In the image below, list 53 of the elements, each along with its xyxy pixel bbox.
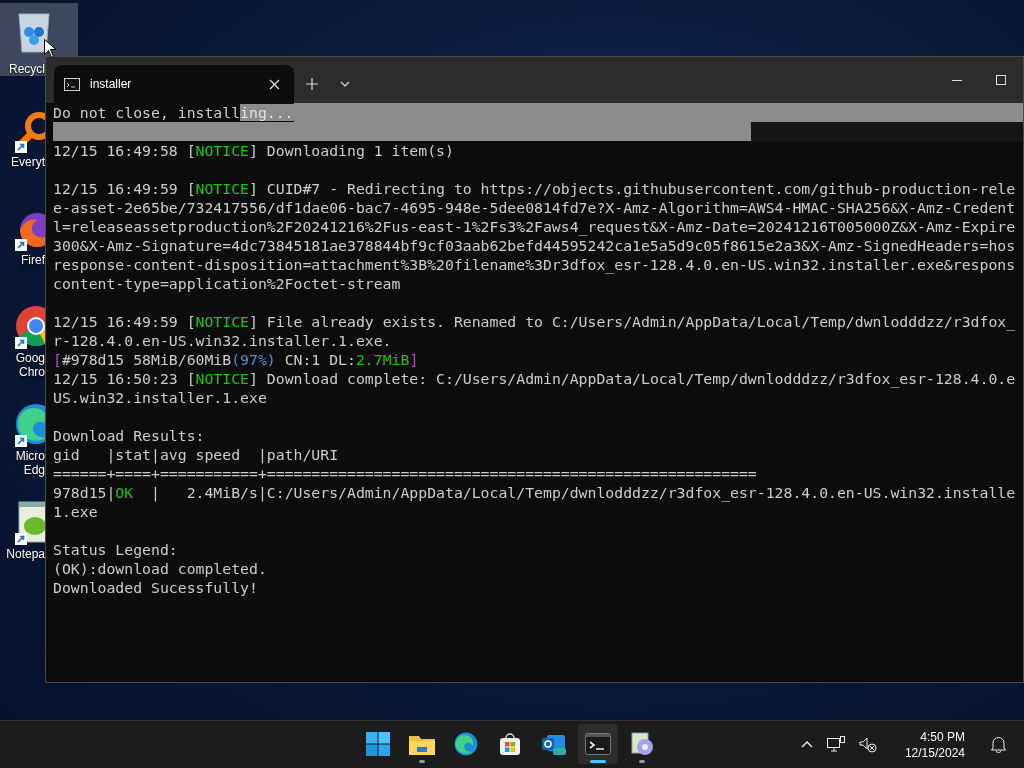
terminal-line: 12/15 16:49:59 [NOTICE] CUID#7 - Redirecting to https://objects.githubusercontent.com/github-production-rele (53, 179, 1016, 198)
terminal-line: Download Results: (53, 426, 205, 445)
desktop-icon-label: Micro (14, 449, 45, 463)
speaker-muted-icon[interactable] (858, 736, 877, 753)
terminal-line: r-128.4.0.en-US.win32.installer.1.exe. (53, 331, 392, 350)
desktop-icon-label: Firef (20, 253, 45, 267)
terminal-line: [#978d15 58MiB/60MiB(97%) CN:1 DL:2.7MiB] (53, 350, 419, 369)
shopping-bag-icon (498, 732, 522, 756)
installer-box-icon (630, 731, 654, 757)
mail-icon (541, 732, 567, 756)
windows-logo-icon (366, 732, 390, 756)
terminal-line: 300&X-Amz-Signature=4dc73845181ae378844bf9cf03aab62befd44595242ca1e5a5d9c05f8615e2a3&X-Amz-SignedHeaders=hos (53, 236, 1016, 255)
terminal-line: 12/15 16:49:58 [NOTICE] Downloading 1 item(s) (53, 141, 454, 160)
desktop-icon-label: Goog (14, 351, 45, 365)
terminal-line: US.win32.installer.1.exe (53, 388, 267, 407)
taskbar-app-button[interactable] (578, 724, 618, 764)
notepad-icon[interactable] (15, 500, 45, 544)
terminal-line: content-type=application%2Foctet-stream (53, 274, 401, 293)
terminal-line: 12/15 16:49:59 [NOTICE] File already exists. Renamed to C:/Users/Admin/AppData/Local/Temp/dwnlodddzz/r3dfox_ (53, 312, 1016, 331)
chevron-down-icon (340, 81, 350, 87)
terminal-icon (585, 733, 611, 755)
terminal-line: ======+====+===========+======================================================= (53, 464, 757, 483)
desktop-icon-label: Everyt (10, 155, 45, 169)
desktop-icon-label: Notepa (5, 547, 45, 561)
terminal-line: 1.exe (53, 502, 98, 521)
clock-button[interactable]: 4:50 PM 12/15/2024 (904, 728, 965, 761)
tab-title: installer (90, 77, 133, 91)
terminal-line: 12/15 16:50:23 [NOTICE] Download complete: C:/Users/Admin/AppData/Local/Temp/dwnlodddzz/r3dfox_esr-128.4.0.e (53, 369, 1016, 388)
tab[interactable]: installer (54, 65, 294, 103)
terminal-line: Status Legend: (53, 540, 178, 559)
minimize-icon (952, 79, 962, 81)
terminal-line: 978d15|OK | 2.4MiB/s|C:/Users/Admin/AppData/Local/Temp/dwnlodddzz/r3dfox_esr-128.4.0.en-US.win32.installe (53, 483, 1016, 502)
terminal-line: response-content-disposition=attachment%3B%20filename%3Dr3dfox_esr-128.4.0.en-US.win32.installer.exe&respons (53, 255, 1016, 274)
terminal-line: Downloaded Sucessfully! (53, 578, 258, 597)
maximize-icon (996, 75, 1006, 85)
terminal-line: (OK):download completed. (53, 559, 267, 578)
clock-time: 4:50 PM (920, 728, 965, 745)
desktop-icon-label: Edg (22, 463, 45, 477)
desktop-icon-label: Chro (18, 365, 45, 379)
terminal-line: e-asset-2e65be/732417556/df1dae06-bac7-4695-948e-5dee0814fd7e?X-Amz-Algorithm=AWS4-HMAC-SHA256&X-Amz-Credent (53, 198, 1016, 217)
console-icon (64, 77, 80, 91)
bell-icon[interactable] (991, 736, 1006, 753)
chevron-up-icon[interactable] (800, 741, 813, 748)
terminal-line: gid |stat|avg speed |path/URI (53, 445, 339, 464)
wave-circle-icon (454, 732, 478, 756)
desktop-icon-label: Recycl (8, 62, 45, 76)
close-icon[interactable] (269, 78, 280, 90)
network-monitor-icon[interactable] (826, 736, 845, 753)
terminal-line: l=releaseassetproduction%2F20241216%2Fus-east-1%2Fs3%2Faws4_request&X-Amz-Date=20241216T005000Z&X-Amz-Expire (53, 217, 1016, 236)
plus-icon (306, 78, 318, 90)
clock-date: 12/15/2024 (904, 744, 965, 761)
terminal-line: Do not close, installing... (53, 103, 294, 122)
folder-icon (409, 733, 435, 755)
